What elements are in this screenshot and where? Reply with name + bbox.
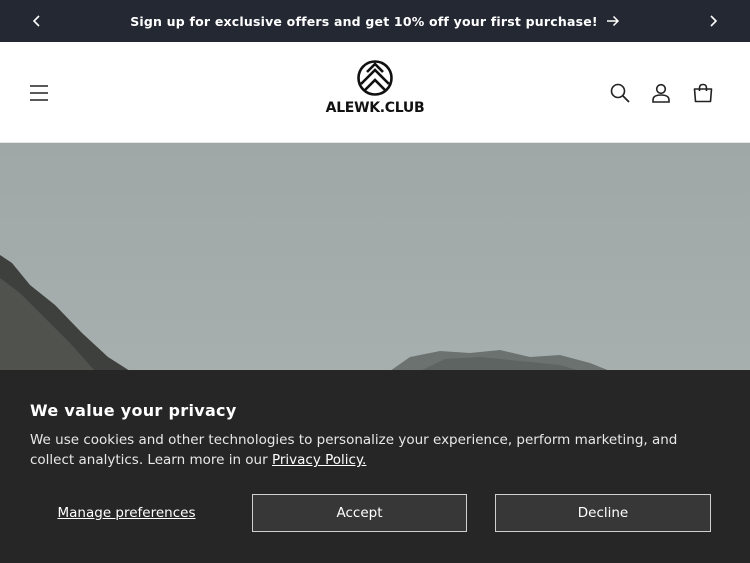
privacy-policy-link[interactable]: Privacy Policy.: [272, 452, 366, 468]
site-header: ALEWK.CLUB: [0, 42, 750, 143]
account-icon: [652, 83, 670, 103]
accept-button[interactable]: Accept: [252, 494, 467, 532]
account-button[interactable]: [643, 75, 679, 111]
announcement-link[interactable]: Sign up for exclusive offers and get 10%…: [130, 14, 620, 29]
announcement-text: Sign up for exclusive offers and get 10%…: [130, 13, 598, 29]
chevron-right-icon: [710, 15, 718, 27]
search-icon: [610, 83, 630, 103]
cart-button[interactable]: [685, 75, 721, 111]
logo-mark-icon: [357, 60, 393, 96]
arrow-right-icon: [606, 15, 619, 27]
announcement-bar: Sign up for exclusive offers and get 10%…: [0, 0, 750, 42]
chevron-left-icon: [32, 15, 40, 27]
menu-icon: [30, 85, 48, 101]
cookie-banner: We value your privacy We use cookies and…: [0, 370, 750, 563]
cart-icon: [693, 83, 713, 103]
manage-preferences-button[interactable]: Manage preferences: [30, 494, 223, 532]
announcement-next-button[interactable]: [693, 0, 733, 42]
decline-button[interactable]: Decline: [495, 494, 711, 532]
menu-button[interactable]: [21, 75, 57, 111]
announcement-prev-button[interactable]: [17, 0, 57, 42]
site-logo[interactable]: ALEWK.CLUB: [325, 60, 425, 124]
search-button[interactable]: [602, 75, 638, 111]
cookie-banner-title: We value your privacy: [30, 401, 237, 420]
cookie-banner-text: We use cookies and other technologies to…: [30, 430, 720, 470]
logo-text: ALEWK.CLUB: [325, 100, 425, 116]
